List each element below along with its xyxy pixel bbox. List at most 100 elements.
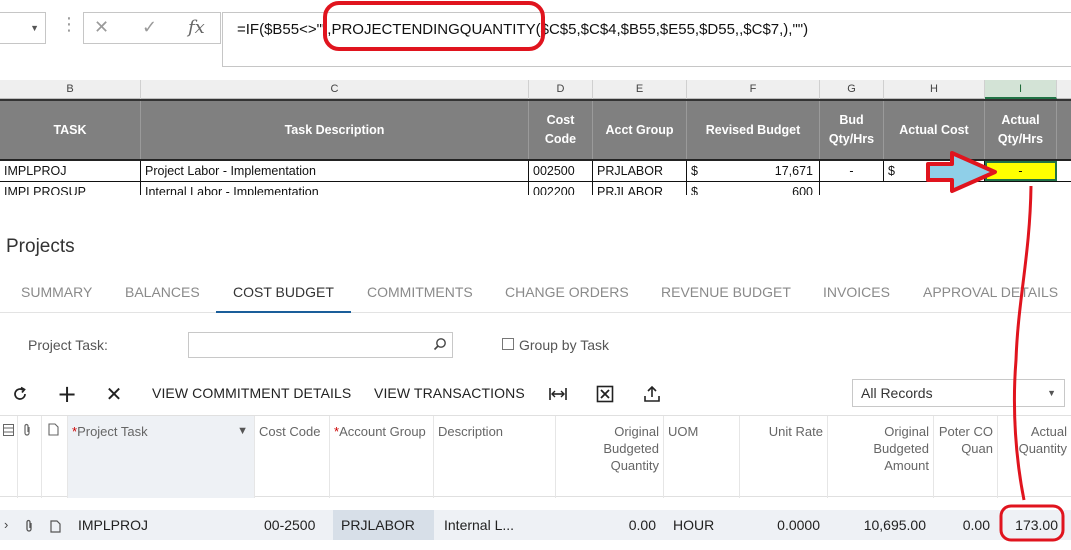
table-row: IMPLPROSUP Internal Labor - Implementati… bbox=[0, 182, 1071, 195]
tab-summary[interactable]: SUMMARY bbox=[21, 272, 92, 313]
header-actual-cost[interactable]: Actual Cost bbox=[884, 101, 985, 159]
row-expand-icon[interactable]: › bbox=[0, 510, 18, 540]
column-letter-g[interactable]: G bbox=[820, 80, 884, 99]
header-actual-quantity[interactable]: Actual Quantity bbox=[998, 416, 1071, 498]
chevron-down-icon[interactable]: ▼ bbox=[30, 23, 39, 33]
group-by-task-checkbox[interactable] bbox=[502, 338, 514, 350]
document-icon bbox=[48, 423, 59, 436]
cell-description[interactable]: Internal L... bbox=[440, 510, 556, 540]
cell-acct-group[interactable]: PRJLABOR bbox=[593, 161, 687, 181]
column-letter-b[interactable]: B bbox=[0, 80, 141, 99]
group-by-task-label[interactable]: Group by Task bbox=[519, 337, 609, 353]
name-box[interactable]: ▼ bbox=[0, 12, 46, 44]
cell-account-group[interactable]: PRJLABOR bbox=[333, 510, 434, 540]
header-project-task[interactable]: *Project Task ▼ bbox=[68, 416, 255, 498]
tab-cost-budget[interactable]: COST BUDGET bbox=[216, 272, 351, 313]
header-uom[interactable]: UOM bbox=[664, 416, 740, 498]
search-icon[interactable] bbox=[433, 337, 447, 351]
formula-text[interactable]: =IF($B55<>"",PROJECTENDINGQUANTITY($C$5,… bbox=[237, 21, 808, 38]
table-row: IMPLPROJ Project Labor - Implementation … bbox=[0, 161, 1071, 182]
tab-approval-details[interactable]: APPROVAL DETAILS bbox=[923, 272, 1058, 313]
filter-icon[interactable]: ▼ bbox=[237, 423, 248, 440]
header-actual-qty[interactable]: Actual Qty/Hrs bbox=[985, 101, 1057, 159]
header-unit-rate[interactable]: Unit Rate bbox=[740, 416, 828, 498]
formula-bar[interactable]: =IF($B55<>"",PROJECTENDINGQUANTITY($C$5,… bbox=[222, 12, 1071, 67]
insert-function-icon[interactable]: fx bbox=[188, 17, 205, 38]
cell-revised-budget[interactable]: $ 17,671 bbox=[687, 161, 820, 181]
paperclip-icon bbox=[24, 423, 30, 436]
header-acct-group[interactable]: Acct Group bbox=[593, 101, 687, 159]
records-filter-select[interactable]: All Records ▼ bbox=[852, 379, 1065, 407]
tab-balances[interactable]: BALANCES bbox=[125, 272, 200, 313]
header-account-group[interactable]: *Account Group bbox=[330, 416, 434, 498]
add-icon[interactable]: + bbox=[55, 380, 79, 408]
header-bud-qty[interactable]: Bud Qty/Hrs bbox=[820, 101, 884, 159]
cancel-icon[interactable]: ✕ bbox=[94, 17, 109, 38]
column-letter-d[interactable]: D bbox=[529, 80, 593, 99]
revised-budget-value: 600 bbox=[792, 185, 813, 195]
delete-icon[interactable]: ✕ bbox=[102, 382, 126, 406]
spreadsheet-grid: B C D E F G H I TASK Task Description Co… bbox=[0, 80, 1071, 195]
cell-actual-cost[interactable]: $ bbox=[884, 161, 985, 181]
excel-formula-area: ▼ ⋮ ✕ ✓ fx =IF($B55<>"",PROJECTENDINGQUA… bbox=[0, 0, 1071, 80]
column-letter-c[interactable]: C bbox=[141, 80, 529, 99]
header-description[interactable]: Description bbox=[434, 416, 556, 498]
fit-columns-icon[interactable] bbox=[546, 382, 570, 406]
grid-settings-icon[interactable] bbox=[3, 424, 14, 436]
cell-cost-code[interactable]: 00-2500 bbox=[260, 510, 330, 540]
upload-icon[interactable] bbox=[640, 382, 664, 406]
page-title: Projects bbox=[6, 236, 75, 257]
tab-revenue-budget[interactable]: REVENUE BUDGET bbox=[661, 272, 791, 313]
table-row[interactable]: › IMPLPROJ 00-2500 PRJLABOR Internal L..… bbox=[0, 510, 1071, 540]
column-letter-h[interactable]: H bbox=[884, 80, 985, 99]
column-letter-f[interactable]: F bbox=[687, 80, 820, 99]
cell-bud-qty[interactable]: - bbox=[820, 161, 884, 181]
tab-commitments[interactable]: COMMITMENTS bbox=[367, 272, 473, 313]
cell-revised-budget[interactable]: $ 600 bbox=[687, 182, 820, 195]
cell-potential-co-quantity[interactable]: 0.00 bbox=[934, 510, 994, 540]
records-filter-value: All Records bbox=[861, 385, 933, 401]
cell-actual-qty-selected[interactable]: - bbox=[985, 161, 1057, 181]
tab-bar: SUMMARY BALANCES COST BUDGET COMMITMENTS… bbox=[0, 272, 1071, 313]
row-attachment-icon[interactable] bbox=[20, 510, 42, 540]
cell-acct-group[interactable]: PRJLABOR bbox=[593, 182, 687, 195]
attachment-header[interactable] bbox=[18, 416, 42, 498]
more-options-icon[interactable]: ⋮ bbox=[60, 14, 78, 35]
header-original-budgeted-quantity[interactable]: Original Budgeted Quantity bbox=[556, 416, 664, 498]
header-task[interactable]: TASK bbox=[0, 101, 141, 159]
header-potential-co-quantity[interactable]: Poter CO Quan bbox=[934, 416, 998, 498]
header-original-budgeted-amount[interactable]: Original Budgeted Amount bbox=[828, 416, 934, 498]
enter-check-icon[interactable]: ✓ bbox=[142, 17, 157, 38]
cell-task[interactable]: IMPLPROJ bbox=[0, 161, 141, 181]
refresh-icon[interactable] bbox=[8, 382, 32, 406]
row-note-icon[interactable] bbox=[46, 510, 68, 540]
row-selector-header[interactable] bbox=[0, 416, 18, 498]
cell-actual-quantity[interactable]: 173.00 bbox=[998, 510, 1062, 540]
excel-export-icon[interactable] bbox=[593, 382, 617, 406]
currency-symbol: $ bbox=[691, 185, 698, 195]
cell-uom[interactable]: HOUR bbox=[669, 510, 740, 540]
tab-invoices[interactable]: INVOICES bbox=[823, 272, 890, 313]
cell-description[interactable]: Project Labor - Implementation bbox=[141, 161, 529, 181]
revised-budget-value: 17,671 bbox=[774, 164, 813, 178]
cell-task[interactable]: IMPLPROSUP bbox=[0, 182, 141, 195]
header-cost-code[interactable]: Cost Code bbox=[529, 101, 593, 159]
column-letter-i[interactable]: I bbox=[985, 80, 1057, 99]
cell-description[interactable]: Internal Labor - Implementation bbox=[141, 182, 529, 195]
project-task-label: Project Task: bbox=[28, 337, 108, 353]
column-letter-e[interactable]: E bbox=[593, 80, 687, 99]
header-cost-code[interactable]: Cost Code bbox=[255, 416, 330, 498]
cell-unit-rate[interactable]: 0.0000 bbox=[740, 510, 824, 540]
cell-project-task[interactable]: IMPLPROJ bbox=[74, 510, 255, 540]
header-task-description[interactable]: Task Description bbox=[141, 101, 529, 159]
cell-original-budgeted-amount[interactable]: 10,695.00 bbox=[828, 510, 930, 540]
cell-cost-code[interactable]: 002500 bbox=[529, 161, 593, 181]
project-task-input[interactable] bbox=[188, 332, 453, 358]
cell-original-budgeted-quantity[interactable]: 0.00 bbox=[556, 510, 660, 540]
view-commitment-details-button[interactable]: VIEW COMMITMENT DETAILS bbox=[152, 385, 351, 401]
header-revised-budget[interactable]: Revised Budget bbox=[687, 101, 820, 159]
view-transactions-button[interactable]: VIEW TRANSACTIONS bbox=[374, 385, 525, 401]
cell-cost-code[interactable]: 002200 bbox=[529, 182, 593, 195]
tab-change-orders[interactable]: CHANGE ORDERS bbox=[505, 272, 629, 313]
note-header[interactable] bbox=[42, 416, 68, 498]
